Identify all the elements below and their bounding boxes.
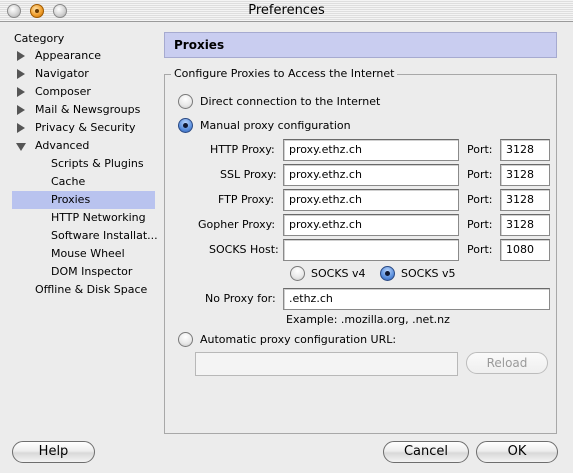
window-title: Preferences <box>248 3 325 18</box>
no-proxy-label: No Proxy for: <box>205 292 276 305</box>
tree-item-cache[interactable]: Cache <box>51 173 85 191</box>
http-proxy-label: HTTP Proxy: <box>210 143 275 156</box>
socks-v4-radio[interactable] <box>290 266 305 281</box>
tree-item-label: Appearance <box>35 49 102 62</box>
category-header: Category <box>14 32 65 45</box>
tree-item-composer[interactable]: Composer <box>17 83 91 101</box>
ssl-port-label: Port: <box>467 168 493 181</box>
category-tree: Category Appearance Navigator Composer M… <box>0 22 160 432</box>
direct-connection-label[interactable]: Direct connection to the Internet <box>200 95 380 109</box>
auto-proxy-url-input[interactable] <box>195 352 458 376</box>
no-proxy-example: Example: .mozilla.org, .net.nz <box>286 313 450 326</box>
http-port-label: Port: <box>467 143 493 156</box>
http-proxy-input[interactable]: proxy.ethz.ch <box>283 139 459 161</box>
no-proxy-input[interactable]: .ethz.ch <box>283 288 550 310</box>
http-port-input[interactable]: 3128 <box>500 139 550 161</box>
tree-item-label: Advanced <box>35 139 90 152</box>
tree-item-label: Privacy & Security <box>35 121 136 134</box>
tree-item-label: Mouse Wheel <box>51 247 125 260</box>
title-bar: Preferences <box>0 0 573 22</box>
group-legend: Configure Proxies to Access the Internet <box>171 67 398 80</box>
ftp-proxy-label: FTP Proxy: <box>218 193 275 206</box>
ssl-proxy-label: SSL Proxy: <box>220 168 277 181</box>
tree-item-label: Proxies <box>51 193 91 206</box>
socks-port-label: Port: <box>467 243 493 256</box>
auto-proxy-label[interactable]: Automatic proxy configuration URL: <box>200 333 396 347</box>
tree-item-dom-inspector[interactable]: DOM Inspector <box>51 263 132 281</box>
reload-button[interactable]: Reload <box>466 352 548 374</box>
gopher-proxy-label: Gopher Proxy: <box>198 218 276 231</box>
tree-item-mouse-wheel[interactable]: Mouse Wheel <box>51 245 125 263</box>
socks-v5-radio[interactable] <box>380 266 395 281</box>
tree-item-label: Software Installat... <box>51 229 158 242</box>
tree-item-label: Mail & Newsgroups <box>35 103 141 116</box>
ssl-proxy-input[interactable]: proxy.ethz.ch <box>283 164 459 186</box>
socks-v5-label[interactable]: SOCKS v5 <box>401 267 456 281</box>
tree-item-label: Cache <box>51 175 86 188</box>
gopher-proxy-input[interactable]: proxy.ethz.ch <box>283 214 459 236</box>
manual-proxy-label[interactable]: Manual proxy configuration <box>200 119 351 133</box>
tree-item-proxies[interactable]: Proxies <box>12 191 155 209</box>
collapse-arrow-icon[interactable] <box>16 143 26 151</box>
socks-port-input[interactable]: 1080 <box>500 239 550 261</box>
expand-arrow-icon[interactable] <box>17 87 25 97</box>
tree-item-label: Offline & Disk Space <box>35 283 148 296</box>
direct-connection-radio[interactable] <box>178 94 193 109</box>
ftp-port-label: Port: <box>467 193 493 206</box>
tree-item-label: DOM Inspector <box>51 265 133 278</box>
ftp-proxy-input[interactable]: proxy.ethz.ch <box>283 189 459 211</box>
panel-title: Proxies <box>164 32 557 58</box>
socks-host-label: SOCKS Host: <box>209 243 279 256</box>
manual-proxy-radio[interactable] <box>178 118 193 133</box>
socks-host-input[interactable] <box>283 239 459 261</box>
expand-arrow-icon[interactable] <box>17 69 25 79</box>
tree-item-label: HTTP Networking <box>51 211 146 224</box>
tree-item-http-networking[interactable]: HTTP Networking <box>51 209 146 227</box>
tree-item-scripts-plugins[interactable]: Scripts & Plugins <box>51 155 144 173</box>
auto-proxy-radio[interactable] <box>178 332 193 347</box>
tree-item-appearance[interactable]: Appearance <box>17 47 102 65</box>
gopher-port-label: Port: <box>467 218 493 231</box>
tree-item-privacy-security[interactable]: Privacy & Security <box>17 119 136 137</box>
tree-item-mail-newsgroups[interactable]: Mail & Newsgroups <box>17 101 141 119</box>
tree-item-advanced[interactable]: Advanced <box>16 137 90 155</box>
cancel-button[interactable]: Cancel <box>383 441 469 463</box>
help-button[interactable]: Help <box>12 441 95 463</box>
tree-item-label: Scripts & Plugins <box>51 157 144 170</box>
tree-item-navigator[interactable]: Navigator <box>17 65 89 83</box>
tree-item-software-installation[interactable]: Software Installat... <box>51 227 158 245</box>
ssl-port-input[interactable]: 3128 <box>500 164 550 186</box>
ftp-port-input[interactable]: 3128 <box>500 189 550 211</box>
ok-button[interactable]: OK <box>476 441 558 463</box>
socks-v4-label[interactable]: SOCKS v4 <box>311 267 366 281</box>
expand-arrow-icon[interactable] <box>17 51 25 61</box>
tree-item-offline-disk-space[interactable]: Offline & Disk Space <box>35 281 147 299</box>
tree-item-label: Composer <box>35 85 91 98</box>
expand-arrow-icon[interactable] <box>17 123 25 133</box>
expand-arrow-icon[interactable] <box>17 105 25 115</box>
gopher-port-input[interactable]: 3128 <box>500 214 550 236</box>
tree-item-label: Navigator <box>35 67 89 80</box>
